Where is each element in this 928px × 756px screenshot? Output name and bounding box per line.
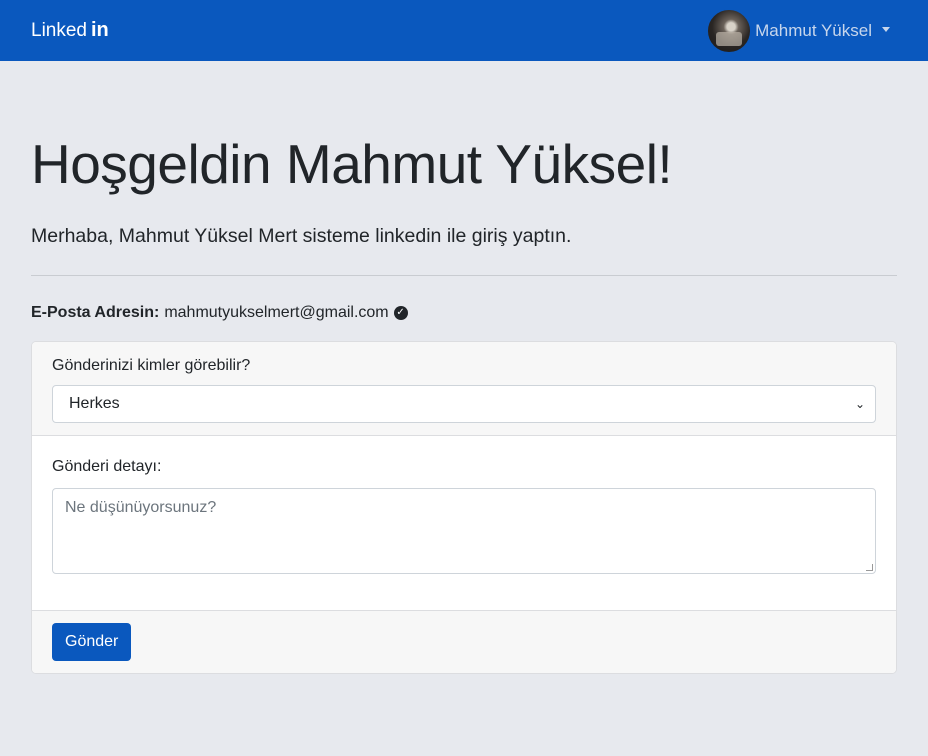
chevron-down-icon xyxy=(882,27,890,32)
card-body: Gönderi detayı: Ne düşünüyorsunuz? xyxy=(32,436,896,610)
user-name: Mahmut Yüksel xyxy=(755,20,872,40)
avatar xyxy=(707,8,752,53)
textarea-placeholder: Ne düşünüyorsunuz? xyxy=(65,499,217,516)
detail-label: Gönderi detayı: xyxy=(52,458,162,475)
check-circle-icon: ✓ xyxy=(393,306,408,320)
brand-in: in xyxy=(91,19,109,41)
divider xyxy=(31,275,897,276)
brand-logo[interactable]: Linked in xyxy=(31,19,109,42)
post-detail-textarea[interactable]: Ne düşünüyorsunuz? xyxy=(52,488,876,574)
post-form-card: Gönderinizi kimler görebilir? Herkes ⌄ G… xyxy=(31,341,897,674)
card-header: Gönderinizi kimler görebilir? Herkes ⌄ xyxy=(32,342,896,436)
email-value: mahmutyukselmert@gmail.com xyxy=(164,304,389,321)
chevron-down-icon: ⌄ xyxy=(854,397,865,411)
visibility-select[interactable]: Herkes ⌄ xyxy=(52,385,876,423)
main-container: Hoşgeldin Mahmut Yüksel! Merhaba, Mahmut… xyxy=(0,131,928,674)
email-line: E-Posta Adresin: mahmutyukselmert@gmail.… xyxy=(31,304,897,322)
card-footer: Gönder xyxy=(32,610,896,673)
brand-text: Linked xyxy=(31,20,87,41)
visibility-selected: Herkes xyxy=(69,395,120,412)
page-title: Hoşgeldin Mahmut Yüksel! xyxy=(31,133,673,195)
welcome-lead: Merhaba, Mahmut Yüksel Mert sisteme link… xyxy=(31,225,572,247)
user-menu-toggle[interactable]: Mahmut Yüksel xyxy=(707,8,890,53)
email-label: E-Posta Adresin: xyxy=(31,304,160,321)
submit-button[interactable]: Gönder xyxy=(52,623,132,661)
navbar: Linked in Mahmut Yüksel xyxy=(0,0,928,61)
visibility-label: Gönderinizi kimler görebilir? xyxy=(52,357,251,374)
